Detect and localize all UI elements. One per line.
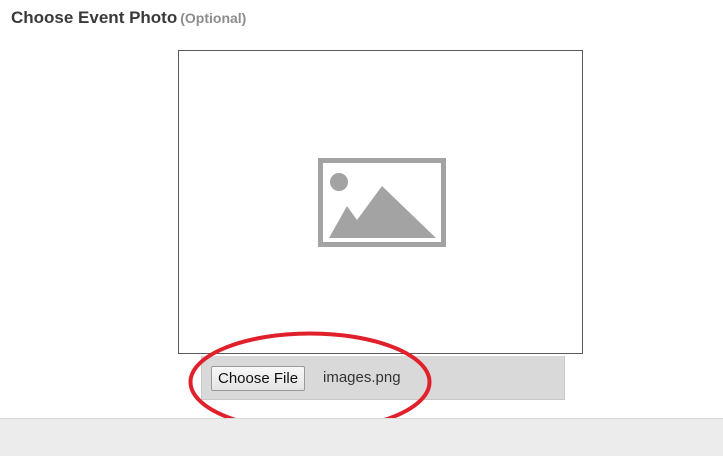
photo-preview[interactable] [178,50,583,354]
optional-label: (Optional) [180,10,247,26]
footer-bar [0,418,723,456]
image-placeholder-icon [318,158,446,247]
file-input[interactable]: Choose File images.png [201,356,565,400]
choose-file-button[interactable]: Choose File [211,366,306,391]
section-title-text: Choose Event Photo [11,8,178,27]
selected-file-name: images.png [323,369,401,386]
section-title: Choose Event Photo (Optional) [11,6,246,30]
